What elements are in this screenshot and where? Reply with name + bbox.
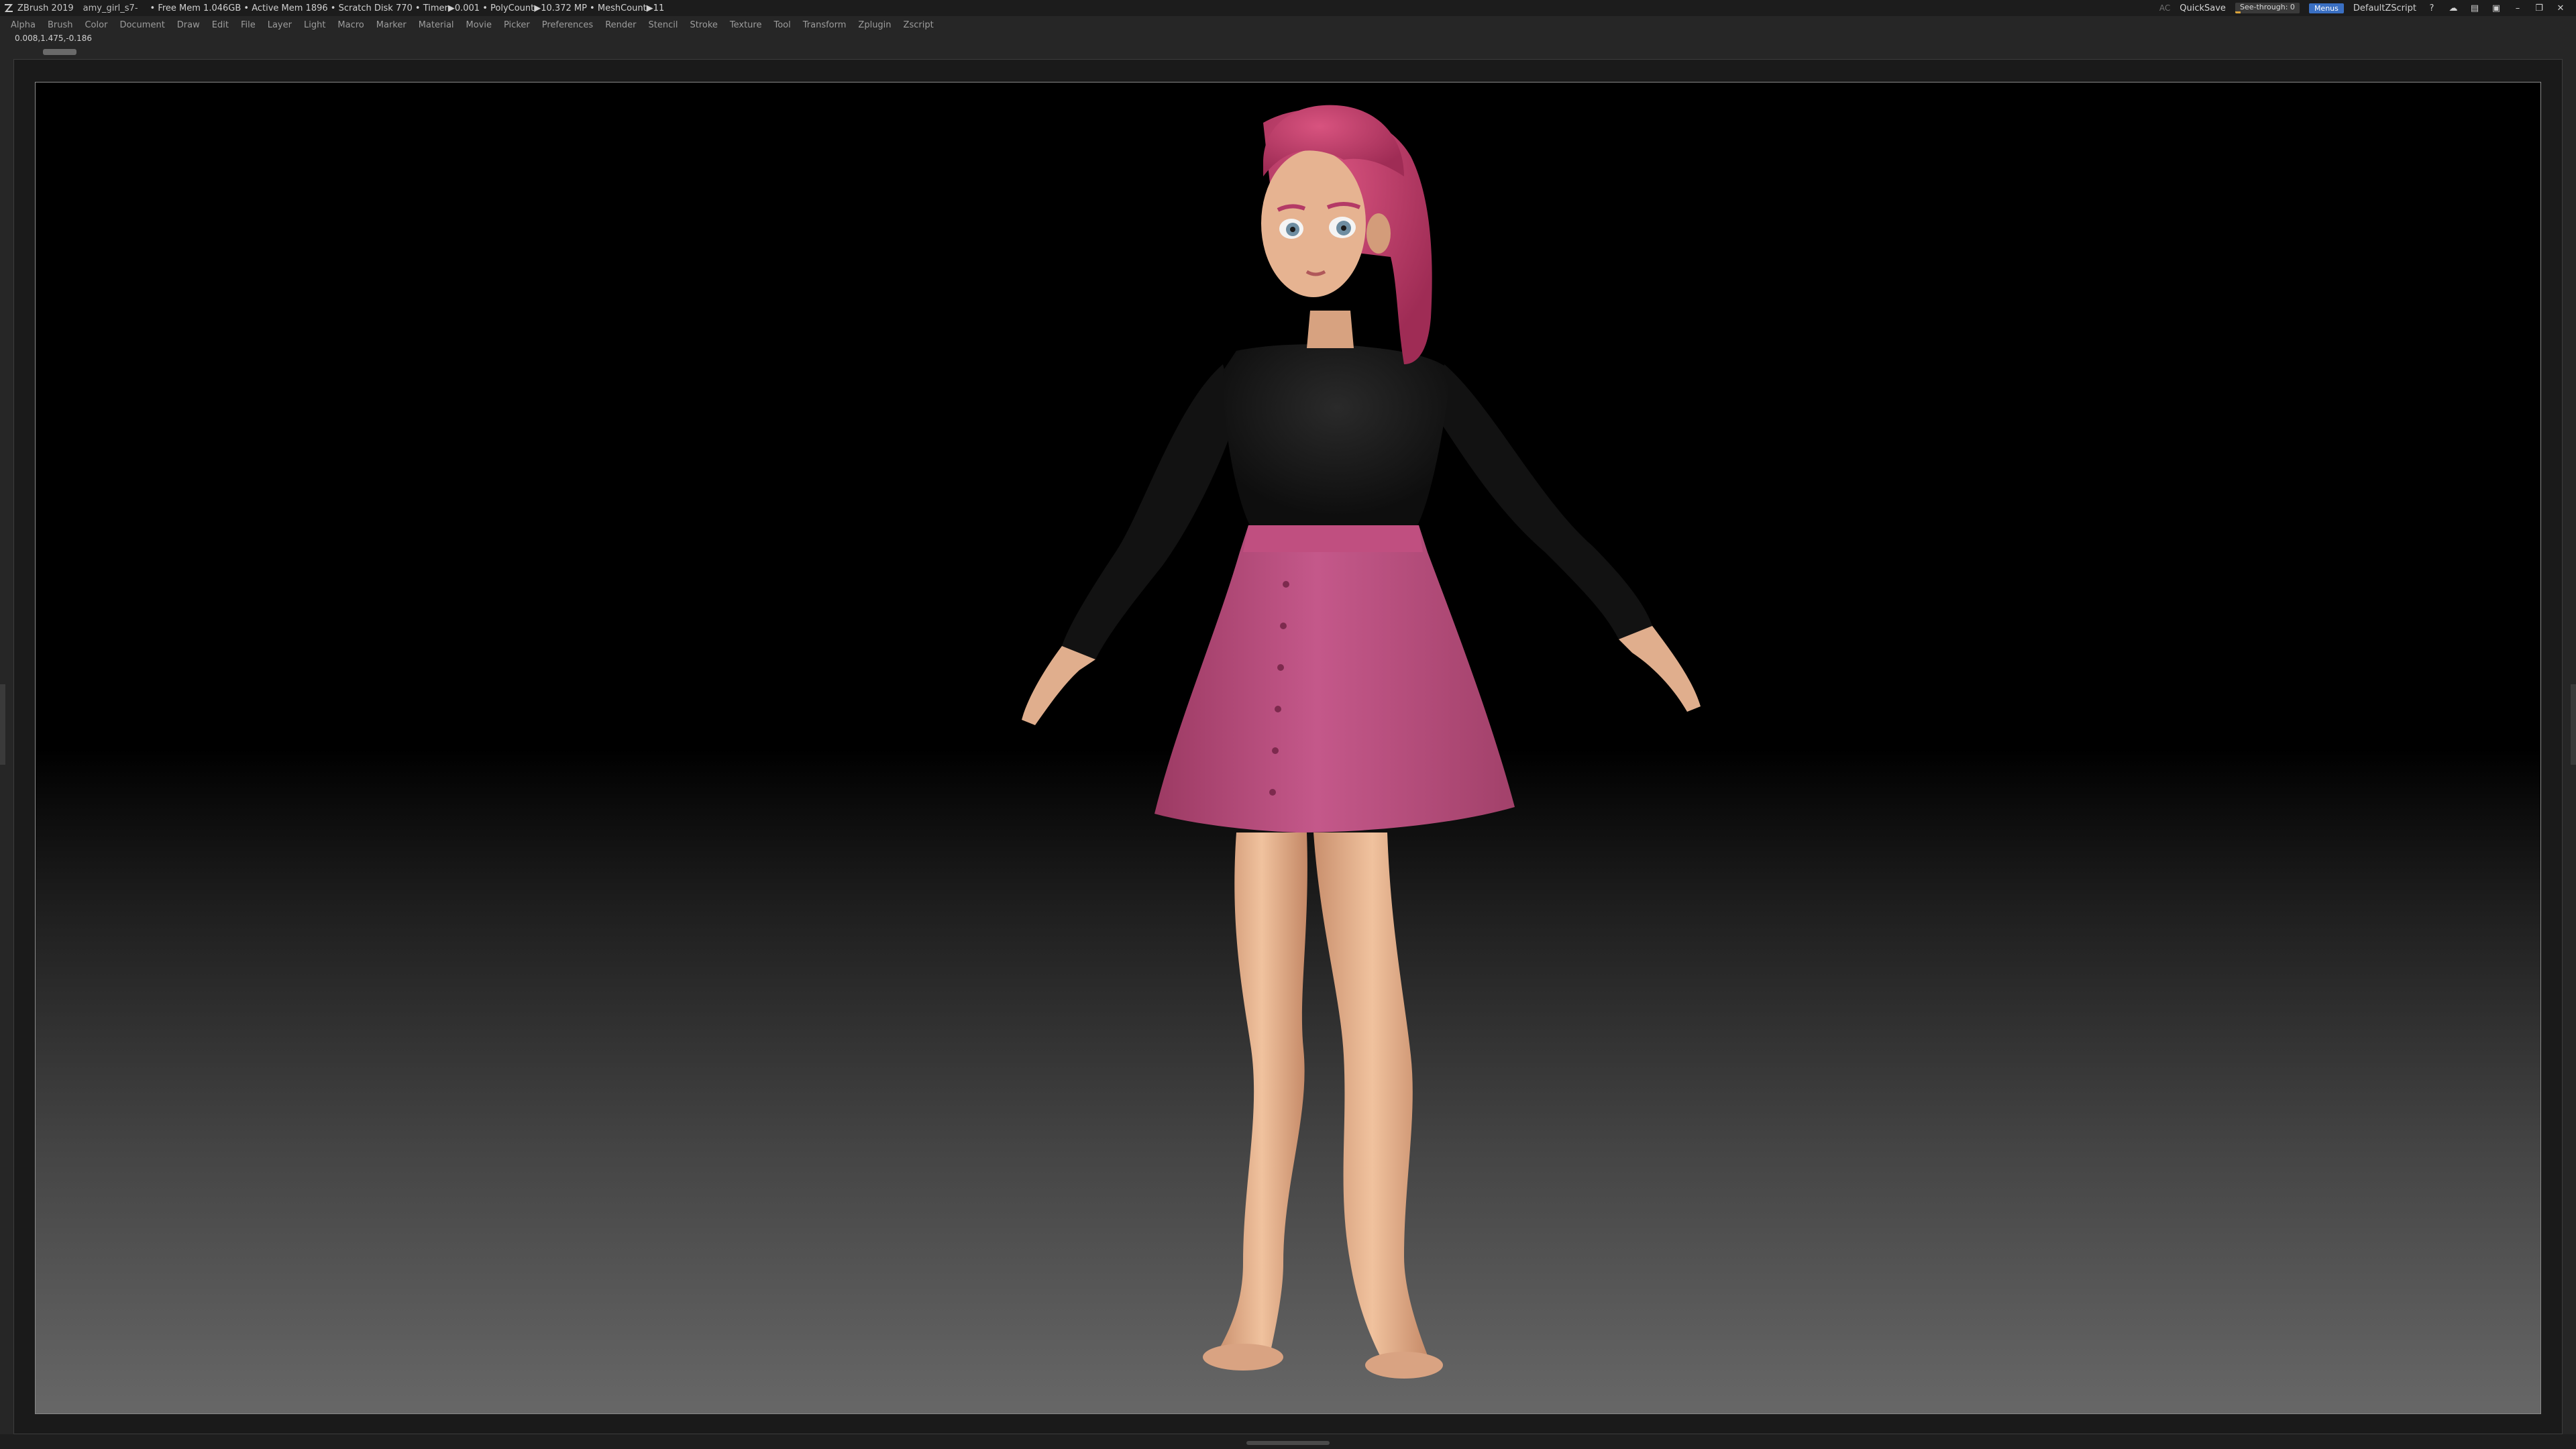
menu-layer[interactable]: Layer bbox=[268, 20, 292, 30]
menu-stencil[interactable]: Stencil bbox=[648, 20, 678, 30]
menu-tool[interactable]: Tool bbox=[773, 20, 790, 30]
right-foot bbox=[1365, 1352, 1443, 1379]
menu-brush[interactable]: Brush bbox=[48, 20, 73, 30]
left-leg bbox=[1216, 833, 1307, 1354]
menu-stroke[interactable]: Stroke bbox=[690, 20, 717, 30]
menu-macro[interactable]: Macro bbox=[337, 20, 364, 30]
right-hand bbox=[1619, 626, 1701, 712]
pink-skirt bbox=[1155, 525, 1515, 833]
right-tray-handle[interactable] bbox=[2571, 684, 2576, 765]
left-foot bbox=[1203, 1344, 1283, 1371]
left-hand bbox=[1022, 646, 1095, 725]
menu-preferences[interactable]: Preferences bbox=[542, 20, 593, 30]
menus-toggle[interactable]: Menus bbox=[2308, 3, 2344, 13]
document-name: amy_girl_s7- bbox=[83, 3, 138, 13]
neck bbox=[1307, 311, 1354, 348]
menu-zscript[interactable]: Zscript bbox=[904, 20, 934, 30]
title-bar-controls: AC QuickSave See-through: 0 Menus Defaul… bbox=[2159, 0, 2576, 16]
menu-picker[interactable]: Picker bbox=[504, 20, 530, 30]
menu-document[interactable]: Document bbox=[119, 20, 164, 30]
left-pupil bbox=[1290, 227, 1295, 232]
character-model bbox=[1022, 105, 1701, 1379]
menu-color[interactable]: Color bbox=[85, 20, 107, 30]
close-icon[interactable]: ✕ bbox=[2555, 2, 2567, 14]
minimize-icon[interactable]: – bbox=[2512, 2, 2524, 14]
menu-light[interactable]: Light bbox=[304, 20, 325, 30]
layout-icon[interactable]: ▤ bbox=[2469, 2, 2481, 14]
menu-texture[interactable]: Texture bbox=[730, 20, 762, 30]
menu-file[interactable]: File bbox=[241, 20, 256, 30]
menu-edit[interactable]: Edit bbox=[212, 20, 229, 30]
right-pupil bbox=[1341, 225, 1346, 231]
3d-viewport[interactable] bbox=[35, 82, 2541, 1414]
left-arm bbox=[1062, 364, 1236, 659]
skirt-waistband bbox=[1243, 525, 1423, 552]
cloud-icon[interactable]: ☁ bbox=[2447, 2, 2459, 14]
left-tray-handle[interactable] bbox=[0, 684, 5, 765]
quicksave-button[interactable]: QuickSave bbox=[2180, 3, 2226, 13]
menu-material[interactable]: Material bbox=[419, 20, 454, 30]
menu-marker[interactable]: Marker bbox=[376, 20, 407, 30]
see-through-value: 0 bbox=[2290, 3, 2295, 11]
tray-scroll-handle[interactable] bbox=[43, 49, 76, 55]
restore-icon[interactable]: ❐ bbox=[2533, 2, 2545, 14]
help-icon[interactable]: ? bbox=[2426, 2, 2438, 14]
app-title: ZBrush 2019 bbox=[17, 3, 74, 13]
menu-bar: Alpha Brush Color Document Draw Edit Fil… bbox=[0, 16, 2576, 34]
see-through-fill bbox=[2235, 11, 2241, 13]
see-through-label: See-through bbox=[2239, 3, 2286, 11]
bottom-tray-handle[interactable] bbox=[1246, 1441, 1330, 1445]
menu-draw[interactable]: Draw bbox=[177, 20, 200, 30]
default-zscript-button[interactable]: DefaultZScript bbox=[2353, 3, 2416, 13]
menu-render[interactable]: Render bbox=[605, 20, 636, 30]
title-bar: ZBrush 2019 amy_girl_s7- • Free Mem 1.04… bbox=[0, 0, 2576, 16]
see-through-slider[interactable]: See-through: 0 bbox=[2235, 3, 2300, 13]
lock-icon[interactable]: ▣ bbox=[2490, 2, 2502, 14]
memory-stats: • Free Mem 1.046GB • Active Mem 1896 • S… bbox=[150, 3, 665, 13]
right-arm bbox=[1438, 364, 1652, 639]
ac-button[interactable]: AC bbox=[2159, 3, 2170, 13]
menu-zplugin[interactable]: Zplugin bbox=[858, 20, 891, 30]
right-leg bbox=[1313, 833, 1431, 1364]
menu-alpha[interactable]: Alpha bbox=[11, 20, 36, 30]
cursor-coordinates: 0.008,1.475,-0.186 bbox=[15, 34, 93, 43]
zbrush-logo-icon[interactable] bbox=[3, 2, 15, 14]
menu-movie[interactable]: Movie bbox=[466, 20, 492, 30]
ear bbox=[1366, 213, 1391, 254]
black-top bbox=[1223, 344, 1451, 525]
menu-transform[interactable]: Transform bbox=[803, 20, 847, 30]
